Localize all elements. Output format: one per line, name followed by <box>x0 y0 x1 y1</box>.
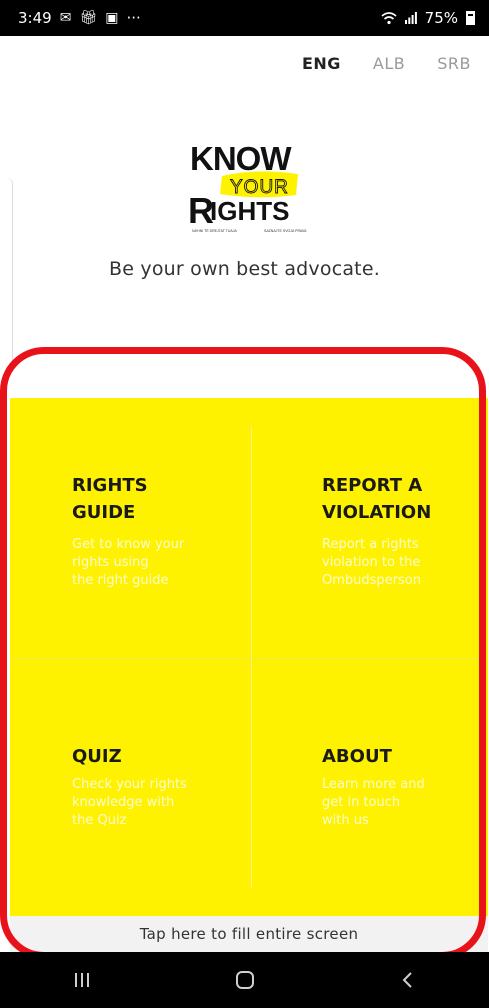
back-button[interactable] <box>378 960 438 1000</box>
card-description: Report a rights violation to the Ombudsp… <box>322 537 421 588</box>
report-violation-card[interactable]: REPORT A VIOLATION Report a rights viola… <box>252 398 489 656</box>
tagline: Be your own best advocate. <box>109 258 380 280</box>
main-menu-grid: RIGHTS GUIDE Get to know your rights usi… <box>10 398 488 916</box>
logo-fine-print-left: NJIHNI TË DREJTAT TUAJA <box>192 229 237 233</box>
rights-guide-card[interactable]: RIGHTS GUIDE Get to know your rights usi… <box>10 398 250 656</box>
recent-apps-button[interactable] <box>52 960 112 1000</box>
back-icon <box>402 972 412 988</box>
lang-alb[interactable]: ALB <box>373 54 405 73</box>
signal-icon <box>404 12 417 24</box>
card-title: RIGHTS GUIDE <box>72 475 148 523</box>
status-left: 3:49 ✉ 🎁︎ ▣ ··· <box>18 9 141 27</box>
lang-srb[interactable]: SRB <box>437 54 471 73</box>
gift-icon: 🎁︎ <box>79 10 98 26</box>
logo-your: YOUR <box>230 177 289 198</box>
card-title: QUIZ <box>72 746 122 767</box>
more-notifications-icon: ··· <box>126 9 141 27</box>
recent-apps-icon <box>74 973 89 987</box>
language-selector: ENG ALB SRB <box>302 54 471 73</box>
battery-percent: 75% <box>424 9 458 27</box>
know-your-rights-logo: KNOW YOUR R IGHTS NJIHNI TË DREJTAT TUAJ… <box>188 140 307 233</box>
card-title: REPORT A VIOLATION <box>322 475 432 523</box>
home-icon <box>235 971 254 989</box>
fill-screen-button[interactable]: Tap here to fill entire screen <box>10 916 488 952</box>
navigation-bar <box>0 952 489 1008</box>
quiz-card[interactable]: QUIZ Check your rights knowledge with th… <box>10 659 250 917</box>
card-description: Learn more and get in touch with us <box>322 777 425 828</box>
card-description: Get to know your rights using the right … <box>72 537 185 588</box>
notification-icon: ✉ <box>59 10 72 26</box>
wifi-icon <box>381 12 397 25</box>
home-button[interactable] <box>215 960 275 1000</box>
logo-know: KNOW <box>190 140 292 177</box>
logo-fine-print-right: SAZNAJTE SVOJA PRAVA <box>264 229 307 233</box>
image-icon: ▣ <box>105 10 119 26</box>
about-card[interactable]: ABOUT Learn more and get in touch with u… <box>252 659 489 917</box>
lang-eng[interactable]: ENG <box>302 54 341 73</box>
status-right: 75% <box>381 9 475 27</box>
status-time: 3:49 <box>18 9 52 27</box>
status-bar: 3:49 ✉ 🎁︎ ▣ ··· 75% <box>0 0 489 36</box>
logo-ights: IGHTS <box>210 196 289 226</box>
battery-icon <box>466 11 475 25</box>
card-title: ABOUT <box>322 746 392 767</box>
card-description: Check your rights knowledge with the Qui… <box>72 777 187 828</box>
